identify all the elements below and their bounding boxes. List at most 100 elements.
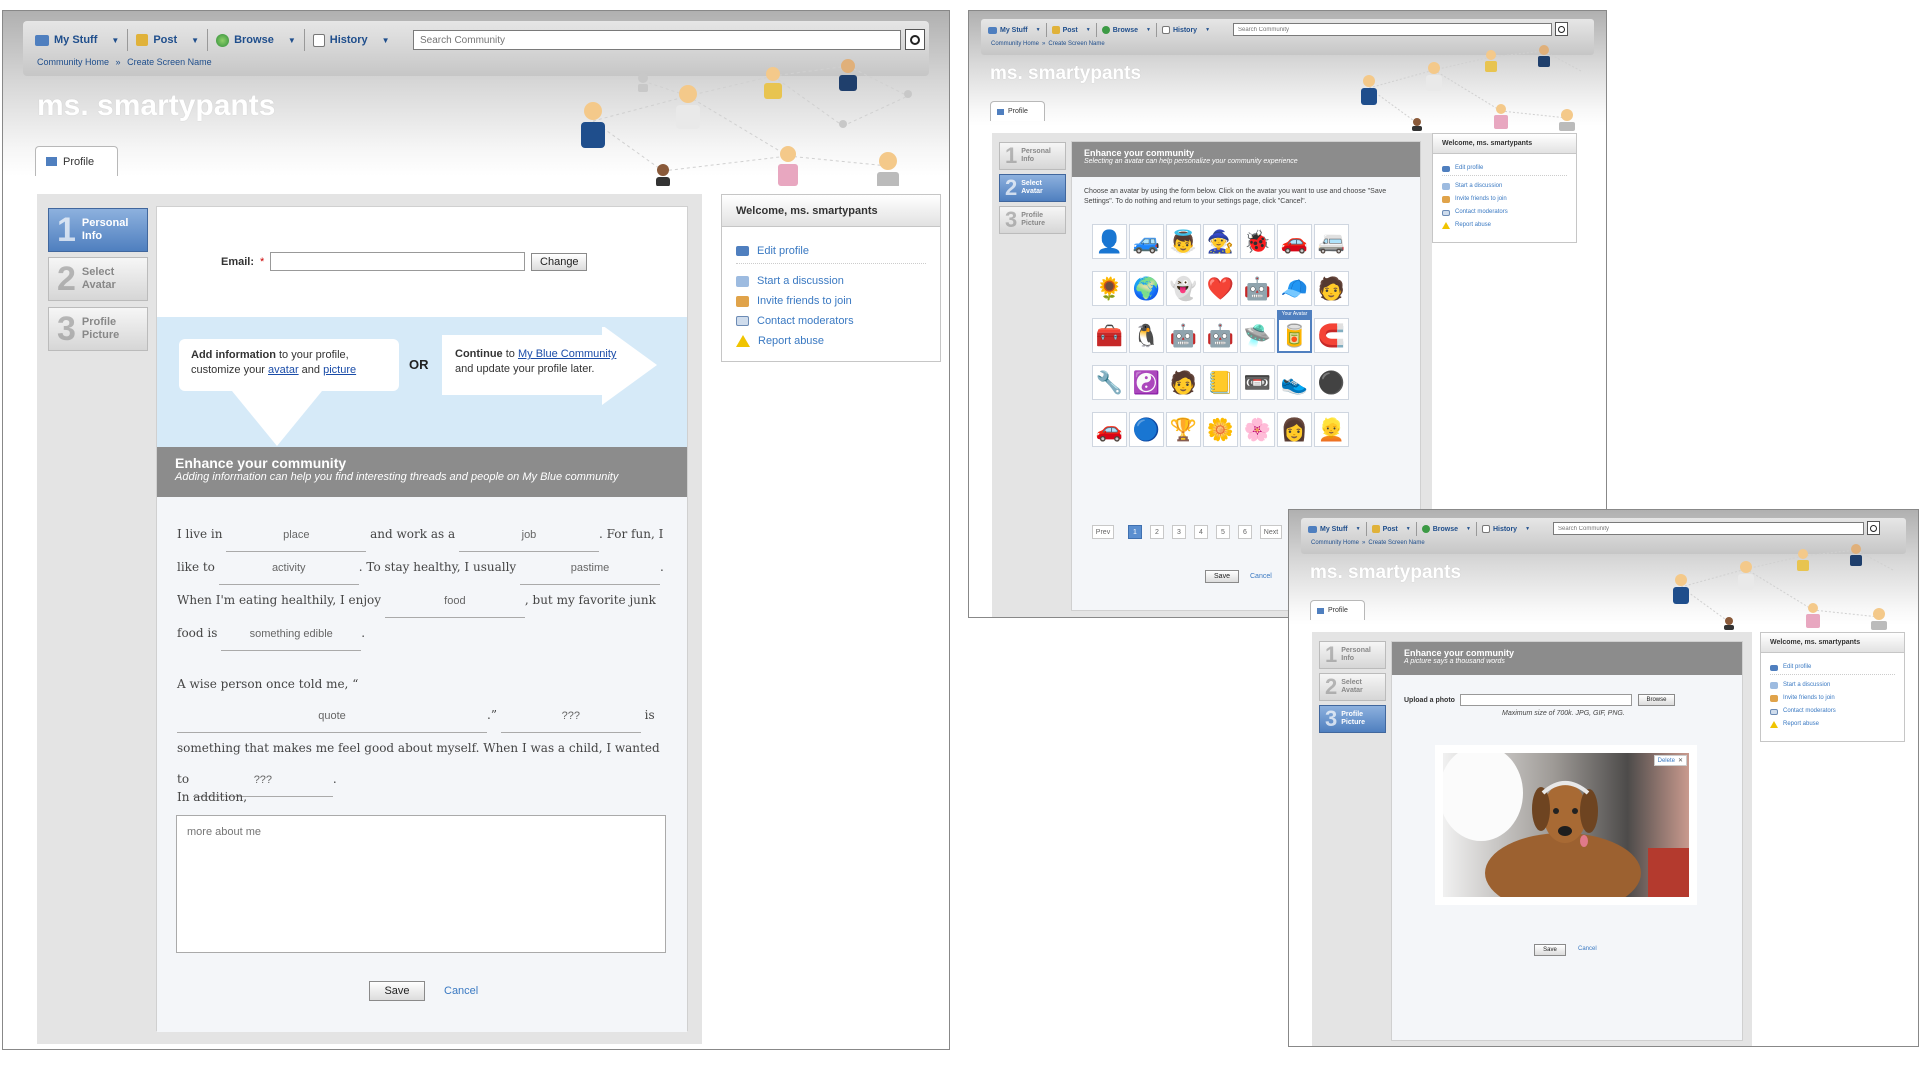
chevron-down-icon[interactable]: ▼ [1356, 526, 1361, 532]
page-button-3[interactable]: 3 [1172, 525, 1186, 539]
avatar-option[interactable]: 🐞 [1240, 224, 1275, 259]
avatar-option[interactable]: 🤖 [1203, 318, 1238, 353]
search-button[interactable] [905, 29, 925, 50]
step-personal-info[interactable]: 1 Personal Info [48, 208, 148, 252]
breadcrumb-home[interactable]: Community Home [991, 41, 1039, 47]
step-select-avatar[interactable]: 2 Select Avatar [48, 257, 148, 301]
tab-profile[interactable]: Profile [990, 101, 1045, 121]
sidebar-item-start-discussion[interactable]: Start a discussion [1770, 679, 1895, 692]
avatar-option[interactable]: 🤖 [1166, 318, 1201, 353]
nav-post[interactable]: Post ▼ [1047, 23, 1097, 37]
nav-history[interactable]: History ▼ [1157, 23, 1215, 37]
page-button-4[interactable]: 4 [1194, 525, 1208, 539]
sidebar-item-invite-friends[interactable]: Invite friends to join [736, 291, 926, 311]
nav-browse[interactable]: Browse ▼ [1097, 23, 1157, 37]
avatar-option[interactable]: 🚐 [1314, 224, 1349, 259]
avatar-link[interactable]: avatar [268, 364, 299, 376]
save-button[interactable]: Save [369, 981, 425, 1001]
nav-my-stuff[interactable]: My Stuff ▼ [986, 23, 1047, 37]
avatar-option[interactable]: 🌻 [1092, 271, 1127, 306]
avatar-option[interactable]: 🌍 [1129, 271, 1164, 306]
quote-input[interactable]: quote [177, 701, 487, 733]
junk-food-input[interactable]: something edible [221, 619, 362, 651]
chevron-down-icon[interactable]: ▼ [1466, 526, 1471, 532]
chevron-down-icon[interactable]: ▼ [191, 36, 199, 45]
step-profile-picture[interactable]: 3 Profile Picture [999, 206, 1066, 234]
avatar-option[interactable]: 🌼 [1203, 412, 1238, 447]
avatar-option[interactable]: 🧑 [1166, 365, 1201, 400]
cancel-link[interactable]: Cancel [1250, 573, 1272, 580]
save-button[interactable]: Save [1534, 944, 1566, 956]
avatar-option[interactable]: 📒 [1203, 365, 1238, 400]
nav-browse[interactable]: Browse ▼ [1417, 522, 1477, 536]
breadcrumb-current[interactable]: Create Screen Name [1368, 540, 1424, 546]
search-button[interactable] [1867, 521, 1880, 535]
nav-browse[interactable]: Browse ▼ [208, 29, 305, 51]
chevron-down-icon[interactable]: ▼ [288, 36, 296, 45]
avatar-option[interactable]: 🏆 [1166, 412, 1201, 447]
search-input[interactable] [1553, 522, 1864, 535]
avatar-option[interactable]: 🤖 [1240, 271, 1275, 306]
nav-history[interactable]: History ▼ [1477, 522, 1535, 536]
save-button[interactable]: Save [1205, 570, 1239, 583]
nav-post[interactable]: Post ▼ [128, 29, 209, 51]
sidebar-item-contact-moderators[interactable]: Contact moderators [1442, 206, 1567, 219]
page-button-2[interactable]: 2 [1150, 525, 1164, 539]
prev-page-button[interactable]: Prev [1092, 525, 1114, 539]
change-email-button[interactable]: Change [531, 252, 588, 271]
chevron-down-icon[interactable]: ▼ [382, 36, 390, 45]
sidebar-item-contact-moderators[interactable]: Contact moderators [736, 311, 926, 331]
avatar-option[interactable]: 🚗 [1092, 412, 1127, 447]
sidebar-item-start-discussion[interactable]: Start a discussion [736, 271, 926, 291]
search-button[interactable] [1555, 22, 1568, 36]
avatar-option[interactable]: ☯️ [1129, 365, 1164, 400]
next-page-button[interactable]: Next [1260, 525, 1282, 539]
chevron-down-icon[interactable]: ▼ [1146, 27, 1151, 33]
breadcrumb-current[interactable]: Create Screen Name [1048, 41, 1104, 47]
avatar-option[interactable]: 👟 [1277, 365, 1312, 400]
avatar-option[interactable]: 🛸 [1240, 318, 1275, 353]
step-select-avatar[interactable]: 2 Select Avatar [1319, 673, 1386, 701]
tab-profile[interactable]: Profile [1310, 600, 1365, 620]
cancel-link[interactable]: Cancel [1578, 946, 1597, 952]
sidebar-item-invite-friends[interactable]: Invite friends to join [1442, 193, 1567, 206]
avatar-option[interactable]: 👩 [1277, 412, 1312, 447]
nav-history[interactable]: History ▼ [305, 29, 398, 51]
activity-input[interactable]: activity [218, 553, 359, 585]
chevron-down-icon[interactable]: ▼ [1406, 526, 1411, 532]
sidebar-item-report-abuse[interactable]: Report abuse [1770, 718, 1895, 731]
page-button-5[interactable]: 5 [1216, 525, 1230, 539]
avatar-option[interactable]: 🧲 [1314, 318, 1349, 353]
cancel-link[interactable]: Cancel [444, 985, 478, 997]
breadcrumb-current[interactable]: Create Screen Name [127, 57, 212, 67]
sidebar-item-start-discussion[interactable]: Start a discussion [1442, 180, 1567, 193]
avatar-option[interactable]: ❤️ [1203, 271, 1238, 306]
selected-avatar-option[interactable]: 🥫 [1277, 318, 1312, 353]
avatar-option[interactable]: 🔵 [1129, 412, 1164, 447]
step-personal-info[interactable]: 1 Personal Info [999, 142, 1066, 170]
step-select-avatar[interactable]: 2 Select Avatar [999, 174, 1066, 202]
sidebar-item-report-abuse[interactable]: Report abuse [736, 331, 926, 351]
nav-post[interactable]: Post ▼ [1367, 522, 1417, 536]
sidebar-item-edit-profile[interactable]: Edit profile [1442, 162, 1567, 176]
upload-photo-field[interactable] [1459, 694, 1632, 706]
my-blue-community-link[interactable]: My Blue Community [518, 348, 616, 360]
avatar-option[interactable]: 👻 [1166, 271, 1201, 306]
step-personal-info[interactable]: 1 Personal Info [1319, 641, 1386, 669]
tab-profile[interactable]: Profile [35, 146, 118, 176]
avatar-option[interactable]: 🌸 [1240, 412, 1275, 447]
avatar-option[interactable]: 👤 [1092, 224, 1127, 259]
avatar-option[interactable]: 🧙 [1203, 224, 1238, 259]
email-field[interactable] [270, 252, 526, 271]
step-profile-picture[interactable]: 3 Profile Picture [1319, 705, 1386, 733]
breadcrumb-home[interactable]: Community Home [37, 57, 109, 67]
chevron-down-icon[interactable]: ▼ [1036, 27, 1041, 33]
sidebar-item-edit-profile[interactable]: Edit profile [1770, 661, 1895, 675]
avatar-option[interactable]: 👱 [1314, 412, 1349, 447]
step-profile-picture[interactable]: 3 Profile Picture [48, 307, 148, 351]
pastime-input[interactable]: pastime [520, 553, 661, 585]
nav-my-stuff[interactable]: My Stuff ▼ [1306, 522, 1367, 536]
avatar-option[interactable]: 🔧 [1092, 365, 1127, 400]
browse-button[interactable]: Browse [1637, 694, 1675, 706]
food-input[interactable]: food [384, 586, 525, 618]
